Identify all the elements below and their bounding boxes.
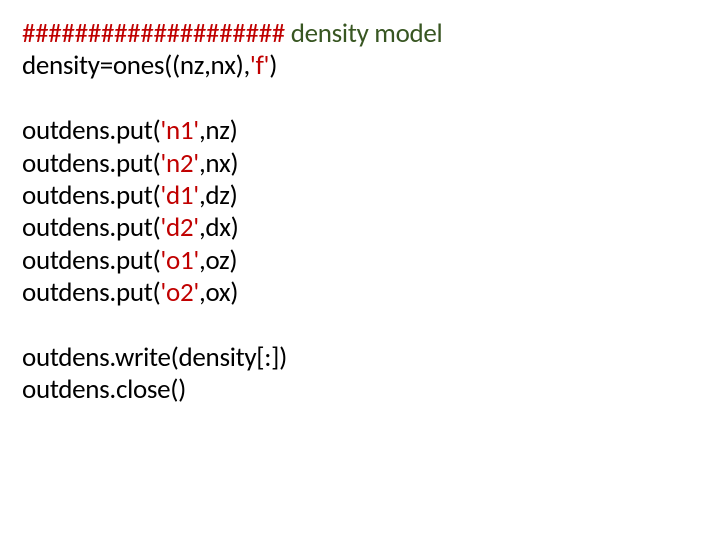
code-text: outdens.write(density[:]) [22,341,287,374]
code-text: ,nz) [199,114,238,147]
string-literal: 'n1' [160,114,199,147]
code-text: ,dx) [199,211,239,244]
string-literal: 'f' [250,49,269,82]
code-text: ) [269,49,277,82]
code-text: ,oz) [199,244,237,277]
string-literal: 'o2' [160,276,199,309]
code-line-2: density=ones((nz,nx),'f') [22,50,698,82]
code-text: outdens.put( [22,147,160,180]
code-block: #################### density model densi… [22,18,698,407]
code-line-7: outdens.put('o1',oz) [22,245,698,277]
comment-hashes: #################### [22,17,285,50]
code-text: outdens.put( [22,114,160,147]
code-line-3: outdens.put('n1',nz) [22,115,698,147]
code-text: density=ones((nz,nx), [22,49,250,82]
code-line-1: #################### density model [22,18,698,50]
code-text: outdens.put( [22,179,160,212]
string-literal: 'o1' [160,244,199,277]
code-text: outdens.put( [22,244,160,277]
code-line-10: outdens.close() [22,374,698,406]
blank-line [22,310,698,342]
comment-text: density model [291,17,443,50]
code-line-9: outdens.write(density[:]) [22,342,698,374]
code-line-8: outdens.put('o2',ox) [22,277,698,309]
code-text: ,dz) [199,179,238,212]
blank-line [22,83,698,115]
code-line-6: outdens.put('d2',dx) [22,212,698,244]
code-line-4: outdens.put('n2',nx) [22,148,698,180]
code-text: ,nx) [199,147,238,180]
string-literal: 'n2' [160,147,199,180]
slide: #################### density model densi… [0,0,720,540]
string-literal: 'd2' [160,211,199,244]
code-text: outdens.put( [22,276,160,309]
code-line-5: outdens.put('d1',dz) [22,180,698,212]
code-text: outdens.put( [22,211,160,244]
string-literal: 'd1' [160,179,199,212]
code-text: outdens.close() [22,373,186,406]
code-text: ,ox) [199,276,238,309]
